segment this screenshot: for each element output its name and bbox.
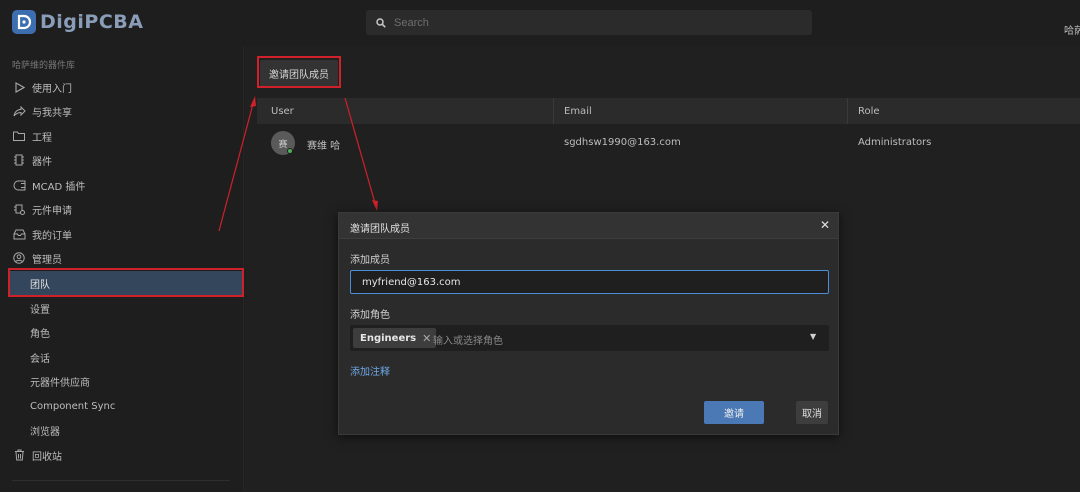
sidebar-item-getting-started[interactable]: 使用入门: [8, 75, 244, 99]
member-role: Administrators: [858, 137, 932, 148]
sidebar-item-label: 管理员: [32, 254, 62, 266]
sidebar-item-explorer[interactable]: 浏览器: [8, 418, 244, 442]
column-header-email[interactable]: Email: [564, 106, 592, 117]
sidebar-item-projects[interactable]: 工程: [8, 124, 244, 148]
chip-icon: [12, 153, 26, 167]
logo-mark-icon: [12, 10, 36, 34]
sidebar-item-label: 使用入门: [32, 83, 72, 95]
sidebar-item-my-orders[interactable]: 我的订单: [8, 222, 244, 246]
plugin-icon: [12, 178, 26, 192]
add-note-link[interactable]: 添加注释: [350, 363, 390, 378]
sidebar-item-settings[interactable]: 设置: [8, 296, 244, 320]
role-chip: Engineers ✕: [353, 328, 437, 348]
sidebar-item-label: 角色: [30, 328, 50, 340]
members-table-header: User Email Role: [257, 98, 1080, 124]
online-status-icon: [287, 148, 293, 154]
sidebar-item-mcad[interactable]: MCAD 插件: [8, 173, 244, 197]
top-bar: DigiPCBA 哈萨: [0, 0, 1080, 46]
member-email: sgdhsw1990@163.com: [564, 137, 681, 148]
app-logo[interactable]: DigiPCBA: [12, 10, 143, 34]
play-icon: [12, 80, 26, 94]
admin-icon: [12, 251, 26, 265]
dialog-title: 邀请团队成员: [350, 224, 410, 235]
sidebar-item-shared[interactable]: 与我共享: [8, 99, 244, 123]
user-name[interactable]: 哈萨: [1064, 22, 1080, 37]
sidebar: 哈萨维的器件库 使用入门 与我共享 工程 器件 MCAD 插件 元件申请 我的订…: [0, 46, 244, 492]
inbox-icon: [12, 227, 26, 241]
member-email-field[interactable]: [350, 270, 829, 294]
sidebar-item-label: 会话: [30, 353, 50, 365]
sidebar-item-recycle-bin[interactable]: 回收站: [8, 443, 244, 467]
role-chip-label: Engineers: [360, 332, 417, 344]
sidebar-item-label: 团队: [30, 279, 50, 291]
invite-member-button[interactable]: 邀请团队成员: [260, 60, 338, 87]
sidebar-item-label: 元件申请: [32, 205, 72, 217]
sidebar-item-label: MCAD 插件: [32, 181, 86, 193]
trash-icon: [12, 448, 26, 462]
sidebar-item-components[interactable]: 器件: [8, 148, 244, 172]
invite-member-dialog: 邀请团队成员 ✕ 添加成员 添加角色 Engineers ✕ 输入或选择角色 ▼…: [338, 212, 839, 435]
remove-role-icon[interactable]: ✕: [422, 332, 431, 345]
sidebar-item-team[interactable]: 团队: [8, 271, 244, 295]
search-bar[interactable]: [366, 10, 812, 35]
column-divider: [553, 98, 554, 124]
chevron-down-icon[interactable]: ▼: [810, 332, 816, 341]
sidebar-item-suppliers[interactable]: 元器件供应商: [8, 369, 244, 393]
sidebar-item-label: Component Sync: [30, 400, 116, 412]
cancel-button[interactable]: 取消: [796, 401, 828, 424]
close-icon[interactable]: ✕: [817, 217, 833, 233]
sidebar-item-label: 回收站: [32, 451, 62, 463]
folder-icon: [12, 129, 26, 143]
sidebar-item-admin[interactable]: 管理员: [8, 246, 244, 270]
sidebar-item-component-sync[interactable]: Component Sync: [8, 394, 244, 418]
sidebar-item-component-request[interactable]: 元件申请: [8, 197, 244, 221]
sidebar-item-label: 浏览器: [30, 426, 60, 438]
sidebar-item-label: 器件: [32, 156, 52, 168]
sidebar-item-label: 我的订单: [32, 230, 72, 242]
column-divider: [847, 98, 848, 124]
logo-text: DigiPCBA: [40, 11, 144, 33]
role-input-placeholder[interactable]: 输入或选择角色: [433, 332, 503, 347]
request-icon: [12, 202, 26, 216]
library-title: 哈萨维的器件库: [12, 61, 76, 71]
sidebar-item-label: 工程: [32, 132, 52, 144]
sidebar-item-label: 元器件供应商: [30, 377, 90, 389]
invite-button[interactable]: 邀请: [704, 401, 764, 424]
app-root: DigiPCBA 哈萨 哈萨维的器件库 使用入门 与我共享: [0, 0, 1080, 492]
sidebar-item-label: 与我共享: [32, 107, 72, 119]
table-row[interactable]: 赛 赛维 哈 sgdhsw1990@163.com Administrators: [257, 126, 1080, 162]
add-role-label: 添加角色: [350, 310, 390, 321]
sidebar-divider: [12, 480, 230, 481]
dialog-header: 邀请团队成员 ✕: [339, 213, 838, 239]
search-icon: [376, 13, 386, 32]
sidebar-item-label: 设置: [30, 304, 50, 316]
member-user-name: 赛维 哈: [307, 141, 341, 152]
add-member-label: 添加成员: [350, 255, 390, 266]
share-icon: [12, 104, 26, 118]
search-input[interactable]: [394, 16, 774, 29]
sidebar-item-sessions[interactable]: 会话: [8, 345, 244, 369]
column-header-role[interactable]: Role: [858, 106, 880, 117]
role-select[interactable]: Engineers ✕ 输入或选择角色 ▼: [350, 325, 829, 351]
column-header-user[interactable]: User: [271, 106, 294, 117]
sidebar-item-roles[interactable]: 角色: [8, 320, 244, 344]
